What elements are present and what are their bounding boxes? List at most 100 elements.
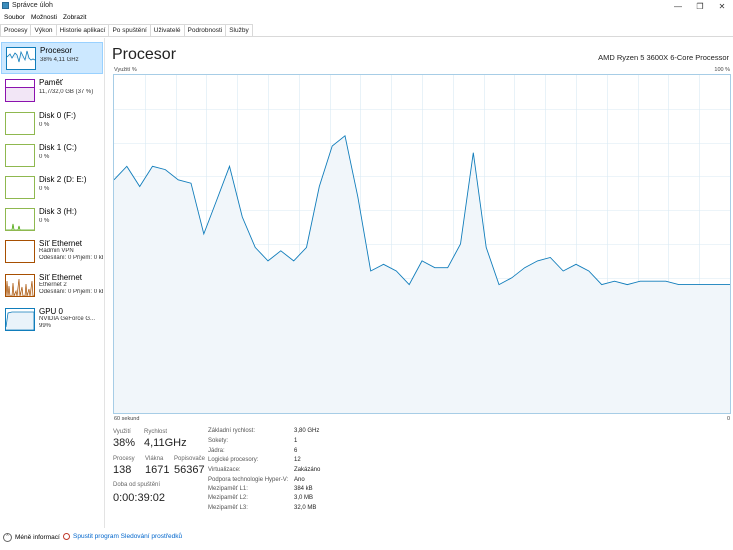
tab-app-history[interactable]: Historie aplikací <box>55 24 110 36</box>
minimize-button[interactable]: — <box>667 0 689 12</box>
tab-details[interactable]: Podrobnosti <box>183 24 227 36</box>
sidebar-item-label: Disk 3 (H:) <box>39 207 77 216</box>
info-key: Mezipaměť L3: <box>208 505 248 511</box>
sidebar-item-sub: 0 % <box>39 154 50 160</box>
info-value: 12 <box>294 457 301 463</box>
sidebar-item-sub: Ethernet 2 <box>39 282 67 288</box>
sidebar-item-label: Síť Ethernet <box>39 273 83 282</box>
disk-thumbnail <box>5 208 35 231</box>
threads-label: Vlákna <box>145 456 164 462</box>
close-icon: ✕ <box>718 1 726 11</box>
gpu-thumbnail <box>5 308 35 331</box>
sidebar-item-disk-3[interactable]: Disk 3 (H:) 0 % <box>1 204 103 236</box>
maximize-button[interactable]: ❐ <box>689 0 711 12</box>
sidebar-item-label: Procesor <box>40 46 73 55</box>
sidebar-item-ethernet-2[interactable]: Síť Ethernet Ethernet 2 Odesílání: 0 Pří… <box>1 270 103 302</box>
window-title: Správce úloh <box>12 2 53 9</box>
tab-users[interactable]: Uživatelé <box>149 24 185 36</box>
sidebar-item-sub: NVIDIA GeForce G... <box>39 316 96 322</box>
cpu-model-name: AMD Ryzen 5 3600X 6-Core Processor <box>598 53 729 62</box>
speed-label: Rychlost <box>144 429 168 435</box>
tab-services[interactable]: Služby <box>225 24 253 36</box>
fewer-details-button[interactable]: ⌃ Méně informací <box>3 533 60 542</box>
cpu-thumbnail <box>6 47 36 70</box>
sidebar-item-sub: 11,7/32,0 GB (37 %) <box>39 89 94 95</box>
tab-performance[interactable]: Výkon <box>30 24 57 36</box>
handles-label: Popisovače <box>174 456 206 462</box>
graph-y-label: Využití % <box>114 67 137 73</box>
restore-icon: ❐ <box>696 1 704 11</box>
tab-startup[interactable]: Po spuštění <box>108 24 151 36</box>
utilization-value: 38% <box>113 437 136 449</box>
info-key: Jádra: <box>208 448 225 454</box>
tab-bar: Procesy Výkon Historie aplikací Po spušt… <box>0 24 733 37</box>
info-key: Podpora technologie Hyper-V: <box>208 477 289 483</box>
chevron-up-icon: ⌃ <box>3 533 12 542</box>
info-value: 32,0 MB <box>294 505 317 511</box>
memory-thumbnail <box>5 79 35 102</box>
info-value: Zakázáno <box>294 467 321 473</box>
info-value: 1 <box>294 438 298 444</box>
page-title: Procesor <box>112 46 177 63</box>
sidebar-item-disk-1[interactable]: Disk 1 (C:) 0 % <box>1 140 103 172</box>
uptime-label: Doba od spuštění <box>113 482 161 488</box>
uptime-value: 0:00:39:02 <box>113 492 165 504</box>
sidebar-item-sub-2: 99% <box>39 323 52 329</box>
resource-monitor-link[interactable]: Spustit program Sledování prostředků <box>63 533 182 540</box>
sidebar-item-label: Disk 1 (C:) <box>39 143 77 152</box>
sidebar-item-ethernet-vpn[interactable]: Síť Ethernet Radmin VPN Odesílání: 0 Pří… <box>1 236 103 268</box>
sidebar-item-memory[interactable]: Paměť 11,7/32,0 GB (37 %) <box>1 75 103 107</box>
close-button[interactable]: ✕ <box>711 0 733 12</box>
sidebar-item-sub: 0 % <box>39 186 50 192</box>
disk-thumbnail <box>5 144 35 167</box>
menu-view[interactable]: Zobrazit <box>63 12 86 23</box>
graph-y-max: 100 % <box>714 67 730 73</box>
cpu-usage-chart <box>114 75 730 413</box>
processes-value: 138 <box>113 464 132 476</box>
footer: ⌃ Méně informací Spustit program Sledová… <box>0 530 733 544</box>
menu-options[interactable]: Možnosti <box>31 12 57 23</box>
info-value: 3,0 MB <box>294 495 314 501</box>
speed-value: 4,11GHz <box>144 437 187 449</box>
cpu-usage-graph <box>113 74 731 414</box>
sidebar-item-sub: 0 % <box>39 122 50 128</box>
sidebar-item-disk-2[interactable]: Disk 2 (D: E:) 0 % <box>1 172 103 204</box>
minimize-icon: — <box>674 1 682 11</box>
info-key: Mezipaměť L2: <box>208 495 248 501</box>
info-key: Logické procesory: <box>208 457 259 463</box>
network-thumbnail <box>5 240 35 263</box>
info-key: Virtualizace: <box>208 467 241 473</box>
sidebar-item-sub: Radmin VPN <box>39 248 74 254</box>
title-bar: Správce úloh — ❐ ✕ <box>0 0 733 12</box>
processes-label: Procesy <box>113 456 135 462</box>
sidebar-item-disk-0[interactable]: Disk 0 (F:) 0 % <box>1 108 103 140</box>
sidebar-item-cpu[interactable]: Procesor 38% 4,11 GHz <box>1 42 103 74</box>
info-value: Ano <box>294 477 305 483</box>
sidebar-item-sub-2: Odesílání: 0 Příjem: 0 kb <box>39 255 103 261</box>
info-key: Sokety: <box>208 438 229 444</box>
resource-monitor-icon <box>63 533 70 540</box>
handles-value: 56367 <box>174 464 205 476</box>
graph-time-label: 60 sekund <box>114 416 140 422</box>
menu-file[interactable]: Soubor <box>4 12 25 23</box>
info-value: 3,80 GHz <box>294 428 320 434</box>
resource-sidebar: Procesor 38% 4,11 GHz Paměť 11,7/32,0 GB… <box>0 38 105 528</box>
menu-bar: Soubor Možnosti Zobrazit <box>0 12 86 23</box>
disk-thumbnail <box>5 112 35 135</box>
sidebar-item-label: Disk 0 (F:) <box>39 111 76 120</box>
tab-processes[interactable]: Procesy <box>0 24 32 36</box>
sidebar-item-label: GPU 0 <box>39 307 64 316</box>
sidebar-item-label: Paměť <box>39 78 63 87</box>
task-manager-icon <box>2 2 9 9</box>
graph-y-min: 0 <box>726 416 730 422</box>
info-key: Základní rychlost: <box>208 428 256 434</box>
sidebar-item-sub-2: Odesílání: 0 Příjem: 0 kb <box>39 289 103 295</box>
utilization-label: Využití <box>113 429 131 435</box>
disk-thumbnail <box>5 176 35 199</box>
info-key: Mezipaměť L1: <box>208 486 248 492</box>
sidebar-item-gpu[interactable]: GPU 0 NVIDIA GeForce G... 99% <box>1 304 103 336</box>
sidebar-item-sub: 0 % <box>39 218 50 224</box>
sidebar-item-sub: 38% 4,11 GHz <box>40 57 79 63</box>
sidebar-item-label: Disk 2 (D: E:) <box>39 175 87 184</box>
sidebar-item-label: Síť Ethernet <box>39 239 83 248</box>
